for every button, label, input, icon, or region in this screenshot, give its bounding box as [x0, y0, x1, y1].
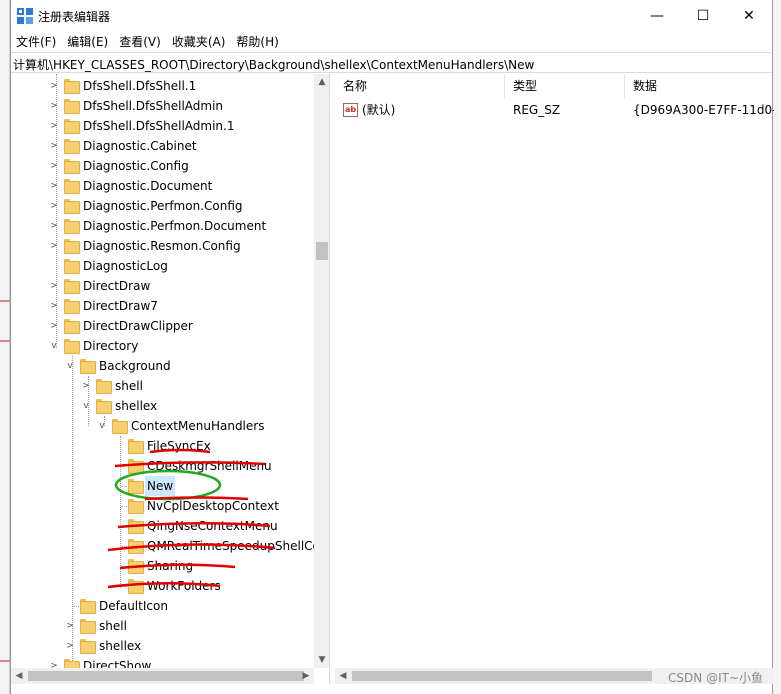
- chevron-right-icon[interactable]: >: [81, 376, 91, 396]
- folder-icon: [80, 619, 96, 634]
- chevron-right-icon[interactable]: >: [49, 196, 59, 216]
- menu-file[interactable]: 文件(F): [11, 31, 61, 51]
- tree-connector: [121, 546, 127, 547]
- scroll-left-icon[interactable]: ◀: [11, 668, 27, 684]
- chevron-right-icon[interactable]: >: [49, 276, 59, 296]
- chevron-right-icon[interactable]: >: [49, 216, 59, 236]
- folder-icon: [64, 119, 80, 134]
- tree-connector: [73, 606, 79, 607]
- background-mark: [0, 660, 10, 662]
- folder-icon: [128, 479, 144, 494]
- background-window-strip-right: [773, 0, 781, 694]
- value-row-type[interactable]: REG_SZ: [513, 100, 560, 120]
- chevron-right-icon[interactable]: >: [49, 236, 59, 256]
- tree-connector: [121, 526, 127, 527]
- folder-icon: [80, 599, 96, 614]
- tree-connector: [121, 586, 127, 587]
- chevron-right-icon[interactable]: >: [49, 96, 59, 116]
- regedit-app-icon: [17, 8, 33, 24]
- chevron-down-icon[interactable]: v: [97, 416, 107, 436]
- tree-connector: [121, 566, 127, 567]
- scroll-thumb[interactable]: [352, 671, 652, 681]
- folder-open-icon: [96, 399, 112, 414]
- chevron-right-icon[interactable]: >: [49, 156, 59, 176]
- folder-icon: [64, 239, 80, 254]
- maximize-button[interactable]: ☐: [680, 0, 726, 31]
- scroll-left-icon[interactable]: ◀: [335, 668, 351, 684]
- folder-icon: [64, 279, 80, 294]
- menu-favorites[interactable]: 收藏夹(A): [167, 31, 231, 51]
- value-row-data[interactable]: {D969A300-E7FF-11d0-A: [633, 100, 774, 120]
- folder-icon: [64, 79, 80, 94]
- background-mark: [0, 340, 10, 342]
- folder-icon: [128, 539, 144, 554]
- menu-bar: 文件(F) 编辑(E) 查看(V) 收藏夹(A) 帮助(H): [11, 31, 772, 51]
- close-button[interactable]: ✕: [726, 0, 772, 31]
- folder-icon: [64, 179, 80, 194]
- menu-view[interactable]: 查看(V): [114, 31, 166, 51]
- folder-icon: [64, 199, 80, 214]
- window-title: 注册表编辑器: [38, 10, 111, 24]
- values-list-pane: 名称 类型 数据 ab (默认) REG_SZ {D969A300-E7FF-1…: [335, 74, 774, 684]
- tree-connector: [121, 486, 127, 487]
- column-header-type[interactable]: 类型: [505, 74, 625, 99]
- key-tree-pane: > DfsShell.DfsShell.1 > DfsShell.DfsShellA…: [11, 74, 330, 684]
- tree-connector: [121, 506, 127, 507]
- chevron-down-icon[interactable]: v: [49, 336, 59, 356]
- chevron-right-icon[interactable]: >: [49, 116, 59, 136]
- background-mark: [0, 300, 10, 302]
- address-bar[interactable]: 计算机\HKEY_CLASSES_ROOT\Directory\Backgrou…: [11, 52, 772, 73]
- folder-icon: [128, 519, 144, 534]
- key-tree: > DfsShell.DfsShell.1 > DfsShell.DfsShellA…: [11, 74, 314, 668]
- title-bar[interactable]: 注册表编辑器 — ☐ ✕: [11, 0, 772, 31]
- minimize-button[interactable]: —: [634, 0, 680, 31]
- string-value-icon: ab: [343, 103, 358, 117]
- chevron-right-icon[interactable]: >: [49, 316, 59, 336]
- folder-icon: [64, 99, 80, 114]
- chevron-down-icon[interactable]: v: [81, 396, 91, 416]
- tree-horizontal-scrollbar[interactable]: ◀ ▶: [11, 668, 314, 684]
- folder-icon: [80, 639, 96, 654]
- folder-icon: [128, 499, 144, 514]
- folder-icon: [128, 439, 144, 454]
- folder-icon: [96, 379, 112, 394]
- folder-icon: [64, 299, 80, 314]
- scroll-right-icon[interactable]: ▶: [298, 668, 314, 684]
- chevron-right-icon[interactable]: >: [65, 636, 75, 656]
- folder-icon: [64, 139, 80, 154]
- folder-icon: [64, 659, 80, 668]
- chevron-right-icon[interactable]: >: [49, 136, 59, 156]
- watermark-text: CSDN @IT~小鱼: [668, 671, 763, 685]
- folder-icon: [64, 219, 80, 234]
- scroll-thumb[interactable]: [28, 671, 304, 681]
- background-window-strip: [0, 0, 10, 694]
- menu-edit[interactable]: 编辑(E): [62, 31, 113, 51]
- folder-icon: [128, 579, 144, 594]
- folder-open-icon: [80, 359, 96, 374]
- chevron-right-icon[interactable]: >: [65, 616, 75, 636]
- folder-icon: [64, 159, 80, 174]
- column-header-name[interactable]: 名称: [335, 74, 505, 99]
- chevron-right-icon[interactable]: >: [49, 296, 59, 316]
- scroll-down-icon[interactable]: ▼: [314, 652, 329, 668]
- column-header-data[interactable]: 数据: [625, 74, 774, 99]
- folder-open-icon: [64, 339, 80, 354]
- chevron-right-icon[interactable]: >: [49, 656, 59, 668]
- regedit-window: 注册表编辑器 — ☐ ✕ 文件(F) 编辑(E) 查看(V) 收藏夹(A) 帮助…: [10, 0, 774, 694]
- menu-help[interactable]: 帮助(H): [231, 31, 283, 51]
- value-row-name[interactable]: (默认): [362, 100, 395, 120]
- folder-icon: [128, 559, 144, 574]
- chevron-right-icon[interactable]: >: [49, 176, 59, 196]
- scroll-thumb[interactable]: [316, 242, 328, 260]
- folder-icon: [128, 459, 144, 474]
- folder-icon: [64, 259, 80, 274]
- chevron-right-icon[interactable]: >: [49, 76, 59, 96]
- chevron-down-icon[interactable]: v: [65, 356, 75, 376]
- tree-vertical-scrollbar[interactable]: ▲ ▼: [314, 74, 329, 668]
- scroll-up-icon[interactable]: ▲: [314, 74, 329, 90]
- folder-open-icon: [112, 419, 128, 434]
- folder-icon: [64, 319, 80, 334]
